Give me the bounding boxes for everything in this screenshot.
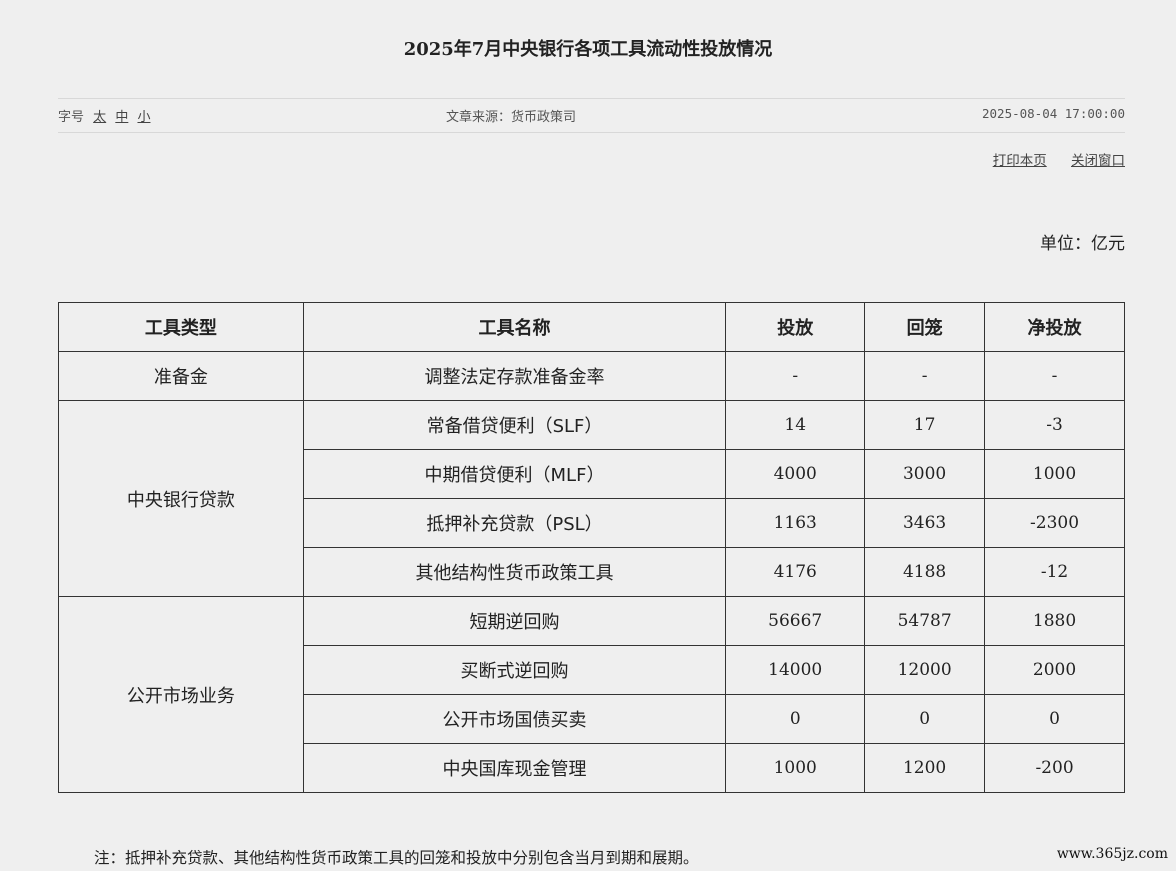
font-size-large-link[interactable]: 太 xyxy=(93,110,106,125)
header-tool-type: 工具类型 xyxy=(58,302,304,352)
withdrawal-cell: - xyxy=(864,351,986,401)
injection-cell: 1000 xyxy=(725,743,866,793)
header-withdrawal: 回笼 xyxy=(864,302,986,352)
withdrawal-cell: 12000 xyxy=(864,645,986,695)
font-size-selector: 字号 太 中 小 xyxy=(58,106,150,125)
tool-name-cell: 其他结构性货币政策工具 xyxy=(302,547,727,597)
net-injection-cell: -2300 xyxy=(984,498,1125,548)
print-page-link[interactable]: 打印本页 xyxy=(993,153,1047,169)
injection-cell: 14000 xyxy=(725,645,866,695)
close-window-link[interactable]: 关闭窗口 xyxy=(1071,153,1125,169)
withdrawal-cell: 17 xyxy=(864,400,986,450)
page-title: 2025年7月中央银行各项工具流动性投放情况 xyxy=(403,39,773,60)
tool-name-cell: 中期借贷便利（MLF） xyxy=(302,449,727,499)
withdrawal-cell: 4188 xyxy=(864,547,986,597)
page: 2025年7月中央银行各项工具流动性投放情况 字号 太 中 小 文章来源：货币政… xyxy=(0,0,1176,871)
tool-name-cell: 买断式逆回购 xyxy=(302,645,727,695)
table-header-row: 工具类型 工具名称 投放 回笼 净投放 xyxy=(58,302,1125,352)
withdrawal-cell: 1200 xyxy=(864,743,986,793)
tool-name-cell: 调整法定存款准备金率 xyxy=(302,351,727,401)
header-tool-name: 工具名称 xyxy=(302,302,727,352)
tool-name-cell: 公开市场国债买卖 xyxy=(302,694,727,744)
tool-type-cell: 公开市场业务 xyxy=(58,596,304,793)
table-row: 公开市场业务 短期逆回购 56667 54787 1880 xyxy=(58,596,1125,793)
injection-cell: 4176 xyxy=(725,547,866,597)
article-date: 2025-08-04 17:00:00 xyxy=(982,106,1125,121)
tool-name-cell: 中央国库现金管理 xyxy=(302,743,727,793)
net-injection-cell: -3 xyxy=(984,400,1125,450)
unit-label: 单位：亿元 xyxy=(1040,234,1125,254)
footnote: 注：抵押补充贷款、其他结构性货币政策工具的回笼和投放中分别包含当月到期和展期。 xyxy=(94,849,699,867)
withdrawal-cell: 0 xyxy=(864,694,986,744)
injection-cell: 0 xyxy=(725,694,866,744)
withdrawal-cell: 3000 xyxy=(864,449,986,499)
article-source: 文章来源：货币政策司 xyxy=(446,110,577,125)
font-size-label: 字号 xyxy=(58,110,85,125)
tool-type-cell: 中央银行贷款 xyxy=(58,400,304,597)
page-actions: 打印本页 关闭窗口 xyxy=(973,149,1125,169)
tool-name-cell: 短期逆回购 xyxy=(302,596,727,646)
net-injection-cell: 1000 xyxy=(984,449,1125,499)
table-row: 准备金 调整法定存款准备金率 - - - xyxy=(58,351,1125,401)
table-row: 中央银行贷款 常备借贷便利（SLF） 14 17 -3 xyxy=(58,400,1125,597)
header-net-injection: 净投放 xyxy=(984,302,1125,352)
injection-cell: 14 xyxy=(725,400,866,450)
net-injection-cell: - xyxy=(984,351,1125,401)
net-injection-cell: 1880 xyxy=(984,596,1125,646)
withdrawal-cell: 3463 xyxy=(864,498,986,548)
font-size-small-link[interactable]: 小 xyxy=(137,110,150,125)
watermark: www.365jz.com xyxy=(1056,846,1168,862)
tool-name-cell: 抵押补充贷款（PSL） xyxy=(302,498,727,548)
net-injection-cell: -200 xyxy=(984,743,1125,793)
tool-type-cell: 准备金 xyxy=(58,351,304,401)
header-injection: 投放 xyxy=(725,302,866,352)
injection-cell: 1163 xyxy=(725,498,866,548)
font-size-medium-link[interactable]: 中 xyxy=(115,110,128,125)
withdrawal-cell: 54787 xyxy=(864,596,986,646)
liquidity-table: 工具类型 工具名称 投放 回笼 净投放 准备金 调整法定存款准备金率 - - -… xyxy=(58,302,1125,793)
injection-cell: - xyxy=(725,351,866,401)
injection-cell: 56667 xyxy=(725,596,866,646)
net-injection-cell: -12 xyxy=(984,547,1125,597)
net-injection-cell: 0 xyxy=(984,694,1125,744)
tool-name-cell: 常备借贷便利（SLF） xyxy=(302,400,727,450)
meta-bar: 字号 太 中 小 文章来源：货币政策司 2025-08-04 17:00:00 xyxy=(58,98,1125,133)
net-injection-cell: 2000 xyxy=(984,645,1125,695)
injection-cell: 4000 xyxy=(725,449,866,499)
